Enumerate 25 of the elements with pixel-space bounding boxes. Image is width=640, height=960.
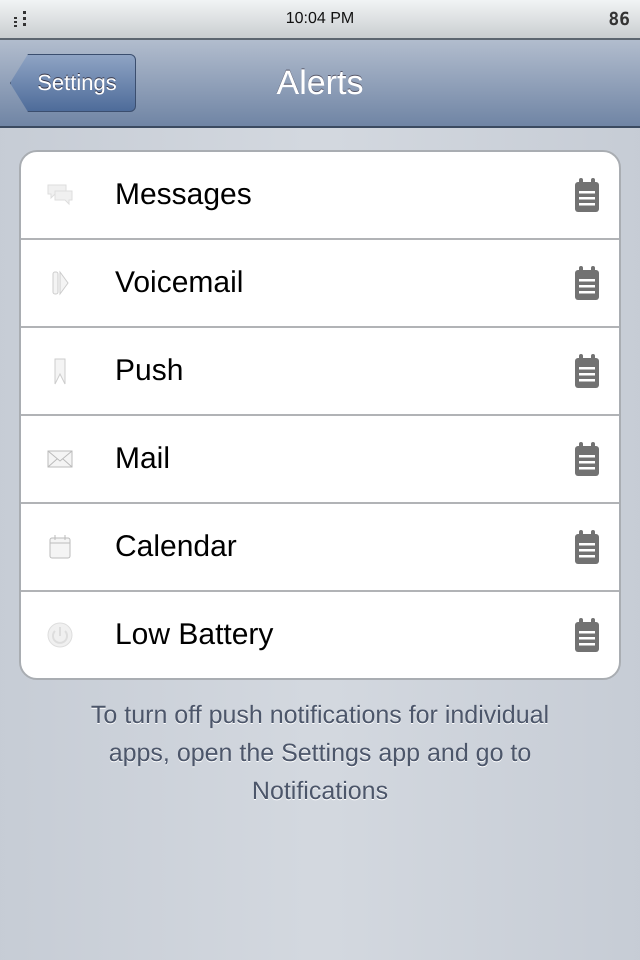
notepad-icon xyxy=(575,530,599,564)
notepad-icon xyxy=(575,266,599,300)
alert-row[interactable]: Mail xyxy=(21,416,619,504)
alert-row[interactable]: Push xyxy=(21,328,619,416)
notepad-icon xyxy=(575,178,599,212)
alert-row[interactable]: Low Battery xyxy=(21,592,619,678)
alert-label: Calendar xyxy=(115,530,238,564)
page-title: Alerts xyxy=(276,64,364,102)
alert-row[interactable]: Messages xyxy=(21,152,619,240)
alert-label: Push xyxy=(115,354,184,388)
alert-label: Voicemail xyxy=(115,266,244,300)
notepad-icon xyxy=(575,354,599,388)
battery-level: 86 xyxy=(608,8,630,30)
notepad-icon xyxy=(575,618,599,652)
alert-label: Mail xyxy=(115,442,172,476)
alert-label: Low Battery xyxy=(115,618,274,652)
alert-row[interactable]: Voicemail xyxy=(21,240,619,328)
notepad-icon xyxy=(575,442,599,476)
alert-row[interactable]: Calendar xyxy=(21,504,619,592)
power-icon xyxy=(45,620,75,650)
clock-time: 10:04 PM xyxy=(286,10,354,28)
back-button[interactable]: Settings xyxy=(10,54,136,112)
footer-note: To turn off push notifications for individual apps, open the Settings app and go to Notifications xyxy=(90,700,550,807)
signal-icon xyxy=(14,11,28,27)
alert-label: Messages xyxy=(115,178,253,212)
